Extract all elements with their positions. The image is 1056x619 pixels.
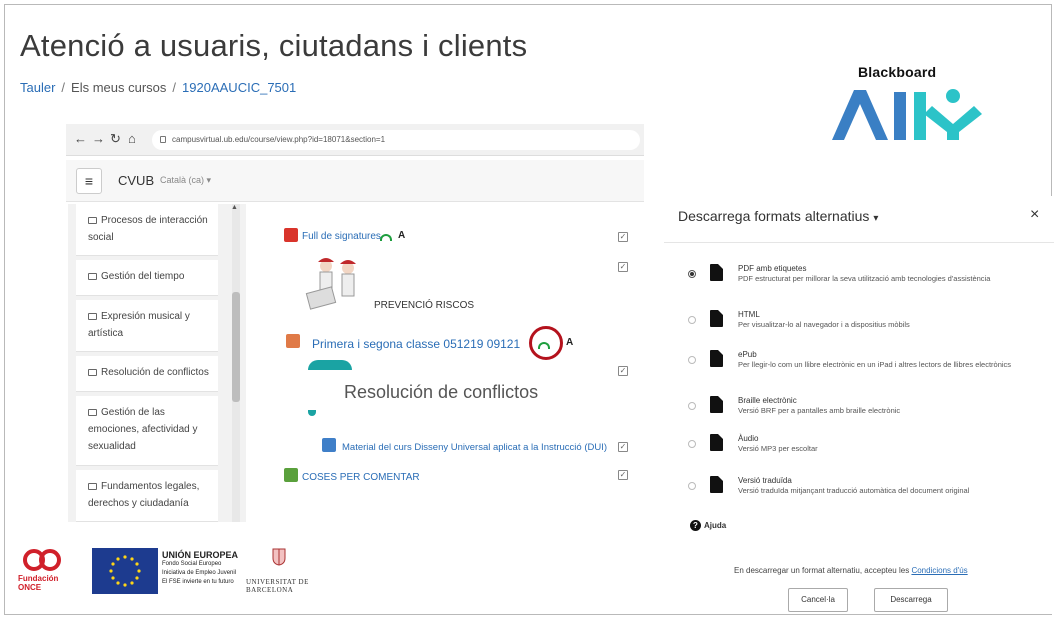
sidebar-item[interactable]: Gestión de las emociones, afectividad y … [76, 396, 218, 466]
download-button[interactable]: Descarrega [874, 588, 948, 612]
breadcrumb-dashboard[interactable]: Tauler [20, 80, 55, 95]
html-file-icon [710, 310, 723, 327]
tagged-pdf-icon [710, 264, 723, 281]
section-banner-shape [308, 410, 316, 416]
accessibility-gauge-icon[interactable] [380, 234, 392, 241]
completion-checkbox[interactable]: ✓ [618, 442, 628, 452]
presentation-file-icon [286, 334, 300, 348]
completion-checkbox[interactable]: ✓ [618, 232, 628, 242]
pdf-file-icon [284, 228, 298, 242]
activity-link-comments[interactable]: COSES PER COMENTAR [302, 472, 420, 483]
breadcrumb-separator: / [61, 80, 66, 95]
blackboard-logo: Blackboard [858, 64, 937, 80]
site-name[interactable]: CVUB [118, 173, 154, 188]
cancel-button[interactable]: Cancel·la [788, 588, 848, 612]
document-file-icon [322, 438, 336, 452]
sidebar-item[interactable]: Procesos de interacción social [76, 204, 218, 256]
question-icon: ? [690, 520, 701, 531]
menu-toggle-button[interactable]: ≡ [76, 168, 102, 194]
alternative-formats-icon[interactable]: A [566, 337, 573, 348]
course-page-screenshot: ← → ↻ ⌂ campusvirtual.ub.edu/course/view… [66, 124, 644, 522]
sidebar-item[interactable]: Fundamentos legales, derechos y ciudadan… [76, 470, 218, 522]
hamburger-icon: ≡ [84, 173, 94, 189]
breadcrumb-course[interactable]: 1920AAUCIC_7501 [182, 80, 296, 95]
radio-button[interactable] [688, 316, 696, 324]
completion-checkbox[interactable]: ✓ [618, 366, 628, 376]
terms-notice: En descarregar un format alternatiu, acc… [734, 566, 968, 575]
section-banner-shape [308, 360, 352, 370]
breadcrumb-my-courses[interactable]: Els meus cursos [71, 80, 166, 95]
forward-icon[interactable]: → [92, 131, 105, 146]
alternative-formats-icon[interactable]: A [398, 230, 405, 241]
forum-icon [284, 468, 298, 482]
radio-button[interactable] [688, 356, 696, 364]
home-icon[interactable]: ⌂ [128, 131, 136, 146]
audio-file-icon [710, 434, 723, 451]
course-content: Full de signatures A ✓ ✓ PREVENCIÓ RISCO… [252, 204, 644, 522]
section-heading: Resolución de conflictos [344, 382, 539, 402]
page-title: Atenció a usuaris, ciutadans i clients [20, 28, 528, 63]
reload-icon[interactable]: ↻ [110, 131, 121, 147]
address-bar: ← → ↻ ⌂ campusvirtual.ub.edu/course/view… [66, 124, 644, 156]
folder-icon [88, 483, 97, 490]
alternative-formats-dialog: Descarrega formats alternatius ▾ × PDF am… [664, 196, 1054, 614]
terms-link[interactable]: Condicions d'ús [911, 566, 967, 575]
breadcrumb: Tauler / Els meus cursos / 1920AAUCIC_7501 [20, 80, 296, 95]
lock-icon [160, 136, 166, 143]
eu-fund-text: UNIÓN EUROPEA Fondo Social Europeo Inici… [162, 550, 239, 586]
completion-checkbox[interactable]: ✓ [618, 470, 628, 480]
braille-file-icon [710, 396, 723, 413]
ub-text: UNIVERSITAT DE BARCELONA [246, 578, 309, 594]
format-option-epub[interactable]: ePub Per llegir-lo com un llibre electrò… [688, 350, 1048, 388]
divider [664, 242, 1054, 243]
activity-link-signatures[interactable]: Full de signatures [302, 231, 381, 242]
close-button[interactable]: × [1030, 206, 1039, 224]
sidebar-item[interactable]: Expresión musical y artística [76, 300, 218, 352]
once-text: Fundación ONCE [18, 574, 59, 592]
activity-link-class[interactable]: Primera i segona classe 051219 09121 [312, 337, 520, 351]
ally-logo [832, 89, 982, 140]
eu-flag [92, 548, 158, 594]
activity-link-material[interactable]: Material del curs Disseny Universal apli… [342, 442, 607, 453]
eu-stars-icon [109, 555, 141, 587]
moodle-navbar: ≡ CVUB Català (ca) ▾ [66, 160, 644, 202]
format-option-braille[interactable]: Braille electrònic Versió BRF per a pant… [688, 396, 1048, 434]
highlight-circle [529, 326, 563, 360]
language-menu[interactable]: Català (ca) ▾ [160, 175, 211, 186]
risk-prevention-illustration [305, 258, 356, 310]
sidebar-item[interactable]: Resolución de conflictos [76, 356, 218, 392]
label-prevention: PREVENCIÓ RISCOS [374, 300, 475, 311]
once-rings-icon [23, 549, 61, 571]
dialog-title[interactable]: Descarrega formats alternatius ▾ [678, 208, 878, 224]
fundacion-once-logo: Fundación ONCE [18, 548, 84, 600]
radio-button[interactable] [688, 270, 696, 278]
folder-icon [88, 273, 97, 280]
format-option-translated[interactable]: Versió traduïda Versió traduïda mitjança… [688, 476, 1048, 514]
breadcrumb-separator: / [172, 80, 177, 95]
folder-icon [88, 409, 97, 416]
completion-checkbox[interactable]: ✓ [618, 262, 628, 272]
folder-icon [88, 369, 97, 376]
format-option-html[interactable]: HTML Per visualitzar-lo al navegador i a… [688, 310, 1048, 348]
ub-shield-icon [272, 548, 286, 566]
sidebar-item[interactable]: Gestión del tiempo [76, 260, 218, 296]
scrollbar-thumb[interactable] [232, 292, 240, 402]
url-field[interactable]: campusvirtual.ub.edu/course/view.php?id=… [152, 130, 640, 150]
format-option-audio[interactable]: Àudio Versió MP3 per escoltar [688, 434, 1048, 472]
translated-file-icon [710, 476, 723, 493]
folder-icon [88, 217, 97, 224]
caret-down-icon: ▾ [873, 213, 879, 224]
course-sidebar: Procesos de interacción social Gestión d… [68, 204, 246, 522]
format-option-tagged-pdf[interactable]: PDF amb etiquetes PDF estructurat per mi… [688, 264, 1048, 302]
radio-button[interactable] [688, 440, 696, 448]
scroll-up-icon[interactable]: ▲ [231, 204, 238, 211]
radio-button[interactable] [688, 402, 696, 410]
epub-book-icon [710, 350, 723, 367]
radio-button[interactable] [688, 482, 696, 490]
url-text: campusvirtual.ub.edu/course/view.php?id=… [172, 135, 386, 144]
help-link[interactable]: ? Ajuda [690, 520, 726, 531]
back-icon[interactable]: ← [74, 131, 87, 146]
folder-icon [88, 313, 97, 320]
